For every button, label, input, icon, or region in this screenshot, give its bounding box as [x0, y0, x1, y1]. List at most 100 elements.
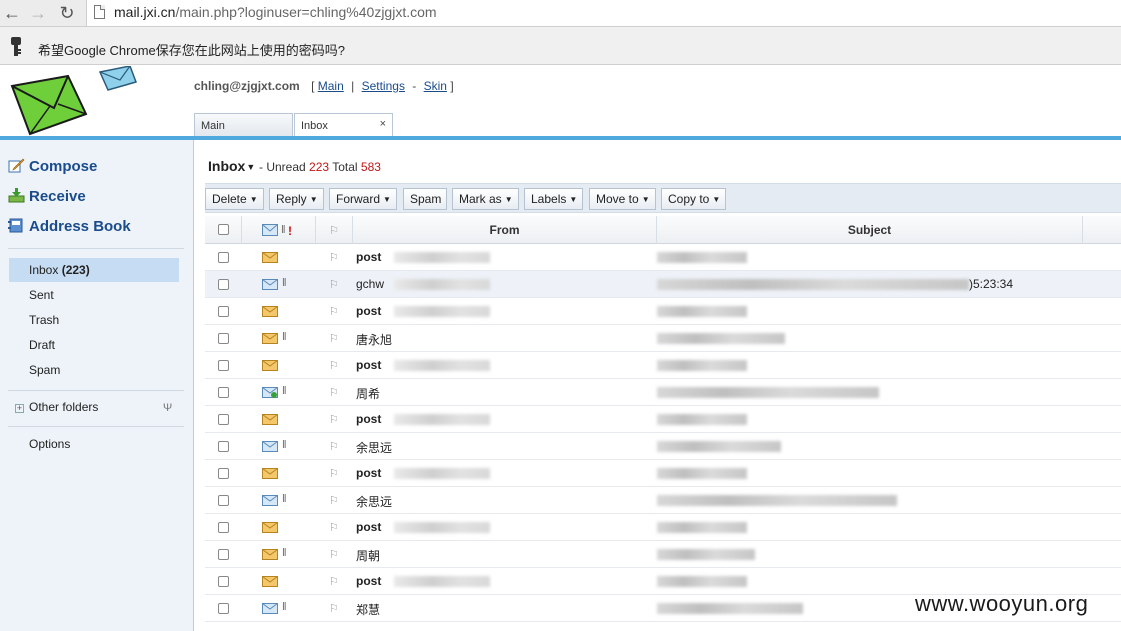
row-checkbox[interactable]	[218, 522, 229, 533]
paperclip-icon: ‖	[282, 385, 287, 397]
compose-button[interactable]: Compose	[8, 158, 97, 178]
row-checkbox[interactable]	[218, 576, 229, 587]
folder-draft[interactable]: Draft	[9, 333, 179, 357]
tab-main[interactable]: Main	[194, 113, 293, 136]
address-bar[interactable]: mail.jxi.cn/main.php?loginuser=chling%40…	[86, 0, 1121, 26]
mark-as-button[interactable]: Mark as ▼	[452, 188, 519, 210]
folder-sent[interactable]: Sent	[9, 283, 179, 307]
flag-icon[interactable]: ⚐	[329, 467, 339, 480]
subject-column-header[interactable]: Subject	[657, 216, 1083, 244]
redacted-sender	[394, 468, 490, 479]
forward-button[interactable]: Forward ▼	[329, 188, 397, 210]
envelope-closed-icon	[262, 252, 278, 263]
main-link[interactable]: Main	[318, 79, 344, 93]
row-time: )5:23:34	[969, 277, 1014, 291]
row-from: 周希	[356, 387, 381, 401]
delete-button[interactable]: Delete ▼	[205, 188, 264, 210]
message-row[interactable]: ‖ ⚐ 余思远	[205, 433, 1121, 460]
expand-plus-icon[interactable]: +	[15, 404, 24, 413]
message-row[interactable]: ‖ ⚐ 周希	[205, 379, 1121, 406]
row-from: 唐永旭	[356, 333, 393, 347]
url-text[interactable]: mail.jxi.cn/main.php?loginuser=chling%40…	[114, 4, 437, 20]
status-column[interactable]: ‖ !	[242, 216, 316, 244]
flag-icon[interactable]: ⚐	[329, 494, 339, 507]
flag-icon[interactable]: ⚐	[329, 413, 339, 426]
row-checkbox[interactable]	[218, 279, 229, 290]
move-to-button[interactable]: Move to ▼	[589, 188, 656, 210]
flag-icon[interactable]: ⚐	[329, 548, 339, 561]
row-checkbox[interactable]	[218, 414, 229, 425]
flag-icon[interactable]: ⚐	[329, 440, 339, 453]
row-checkbox[interactable]	[218, 603, 229, 614]
spam-button[interactable]: Spam	[403, 188, 448, 210]
watermark: www.wooyun.org	[915, 591, 1089, 616]
row-checkbox[interactable]	[218, 441, 229, 452]
select-all-checkbox[interactable]	[218, 224, 229, 235]
skin-link[interactable]: Skin	[424, 79, 447, 93]
labels-button[interactable]: Labels ▼	[524, 188, 584, 210]
envelope-open-icon	[262, 495, 278, 506]
flag-icon[interactable]: ⚐	[329, 521, 339, 534]
message-row[interactable]: ⚐ post	[205, 298, 1121, 325]
message-row[interactable]: ‖ ⚐ 唐永旭	[205, 325, 1121, 352]
flag-icon[interactable]: ⚐	[329, 305, 339, 318]
user-nav-line: chling@zjgjxt.com [ Main | Settings - Sk…	[194, 79, 454, 93]
forward-arrow-icon[interactable]: →	[28, 3, 48, 23]
message-row[interactable]: ‖ ⚐ 余思远	[205, 487, 1121, 514]
priority-icon: !	[288, 224, 292, 238]
message-row[interactable]: ‖ ⚐ gchw)5:23:34	[205, 271, 1121, 298]
row-from: post	[356, 304, 382, 318]
paperclip-icon: ‖	[282, 547, 287, 559]
message-row[interactable]: ⚐ post	[205, 460, 1121, 487]
row-checkbox[interactable]	[218, 468, 229, 479]
reload-icon[interactable]: ↻	[57, 3, 77, 23]
row-checkbox[interactable]	[218, 495, 229, 506]
folder-inbox[interactable]: Inbox (223)	[9, 258, 179, 282]
flag-icon[interactable]: ⚐	[329, 575, 339, 588]
message-list-header: ‖ ! ⚐ From Subject	[205, 216, 1121, 244]
back-arrow-icon[interactable]: ←	[2, 3, 22, 23]
row-from: 余思远	[356, 441, 393, 455]
paperclip-icon: ‖	[281, 224, 286, 236]
redacted-subject	[657, 576, 747, 587]
pin-icon[interactable]: Ψ	[163, 402, 172, 414]
paperclip-icon: ‖	[282, 277, 287, 289]
inbox-title-dropdown[interactable]: Inbox▼	[208, 158, 255, 174]
from-column-header[interactable]: From	[353, 216, 657, 244]
tab-inbox[interactable]: Inbox ×	[294, 113, 393, 137]
copy-to-button[interactable]: Copy to ▼	[661, 188, 727, 210]
paperclip-icon: ‖	[282, 331, 287, 343]
message-row[interactable]: ‖ ⚐ 周朝	[205, 541, 1121, 568]
close-icon[interactable]: ×	[380, 118, 386, 130]
envelope-closed-icon	[262, 360, 278, 371]
message-row[interactable]: ⚐ post	[205, 406, 1121, 433]
options-link[interactable]: Options	[29, 437, 70, 451]
row-checkbox[interactable]	[218, 333, 229, 344]
flag-icon[interactable]: ⚐	[329, 251, 339, 264]
redacted-subject	[657, 522, 747, 533]
settings-link[interactable]: Settings	[362, 79, 405, 93]
flag-icon[interactable]: ⚐	[329, 386, 339, 399]
flag-icon[interactable]: ⚐	[329, 278, 339, 291]
message-row[interactable]: ⚐ post	[205, 244, 1121, 271]
paperclip-icon: ‖	[282, 493, 287, 505]
receive-icon	[8, 188, 25, 203]
row-checkbox[interactable]	[218, 306, 229, 317]
message-row[interactable]: ⚐ post	[205, 514, 1121, 541]
receive-button[interactable]: Receive	[8, 188, 86, 208]
folder-spam[interactable]: Spam	[9, 358, 179, 382]
redacted-sender	[394, 576, 490, 587]
reply-button[interactable]: Reply ▼	[269, 188, 324, 210]
row-checkbox[interactable]	[218, 252, 229, 263]
flag-column[interactable]: ⚐	[316, 216, 353, 244]
row-checkbox[interactable]	[218, 360, 229, 371]
row-checkbox[interactable]	[218, 387, 229, 398]
flag-icon[interactable]: ⚐	[329, 602, 339, 615]
folder-trash[interactable]: Trash	[9, 308, 179, 332]
flag-icon[interactable]: ⚐	[329, 332, 339, 345]
address-book-button[interactable]: Address Book	[8, 218, 131, 238]
flag-icon[interactable]: ⚐	[329, 359, 339, 372]
message-row[interactable]: ⚐ post	[205, 352, 1121, 379]
row-checkbox[interactable]	[218, 549, 229, 560]
other-folders-toggle[interactable]: + Other folders	[15, 400, 98, 414]
